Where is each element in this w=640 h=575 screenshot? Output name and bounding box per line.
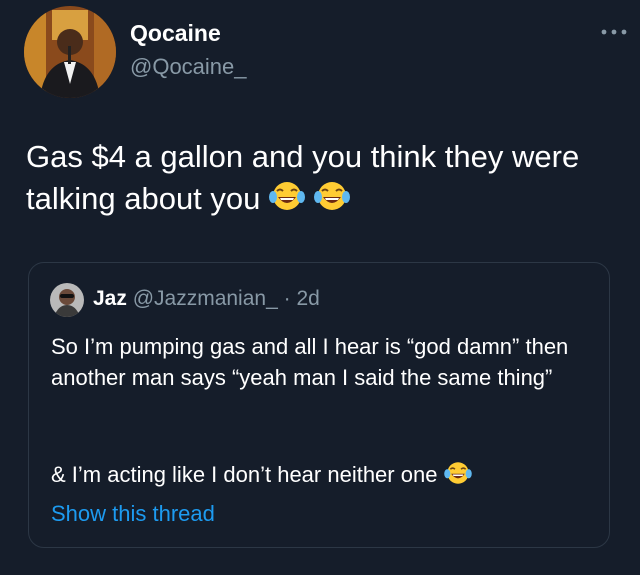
- quote-text: So I’m pumping gas and all I hear is “go…: [51, 334, 569, 390]
- quote-header: Jaz @Jazzmanian_ · 2d: [93, 287, 320, 311]
- author-name[interactable]: Qocaine: [130, 20, 221, 47]
- show-thread-link[interactable]: Show this thread: [51, 501, 215, 527]
- more-button[interactable]: [598, 22, 630, 42]
- author-handle[interactable]: @Qocaine_: [130, 54, 247, 80]
- tears-of-joy-icon: [443, 460, 472, 494]
- quote-timestamp[interactable]: 2d: [296, 287, 319, 310]
- tears-of-joy-icon: [269, 179, 306, 224]
- author-avatar[interactable]: [24, 6, 116, 98]
- quote-tweet-card[interactable]: Jaz @Jazzmanian_ · 2d So I’m pumping gas…: [28, 262, 610, 548]
- more-icon: [601, 29, 627, 35]
- quote-separator: ·: [283, 287, 291, 310]
- quote-author-name[interactable]: Jaz: [93, 287, 127, 310]
- tweet-text-block: Gas $4 a gallon and you think they were …: [26, 136, 616, 224]
- quote-avatar[interactable]: [50, 283, 84, 317]
- quote-author-handle[interactable]: @Jazzmanian_: [133, 287, 278, 310]
- quote-text-2-block: & I’m acting like I don’t hear neither o…: [51, 459, 599, 494]
- quote-text-2: & I’m acting like I don’t hear neither o…: [51, 462, 438, 487]
- tears-of-joy-icon: [313, 179, 350, 224]
